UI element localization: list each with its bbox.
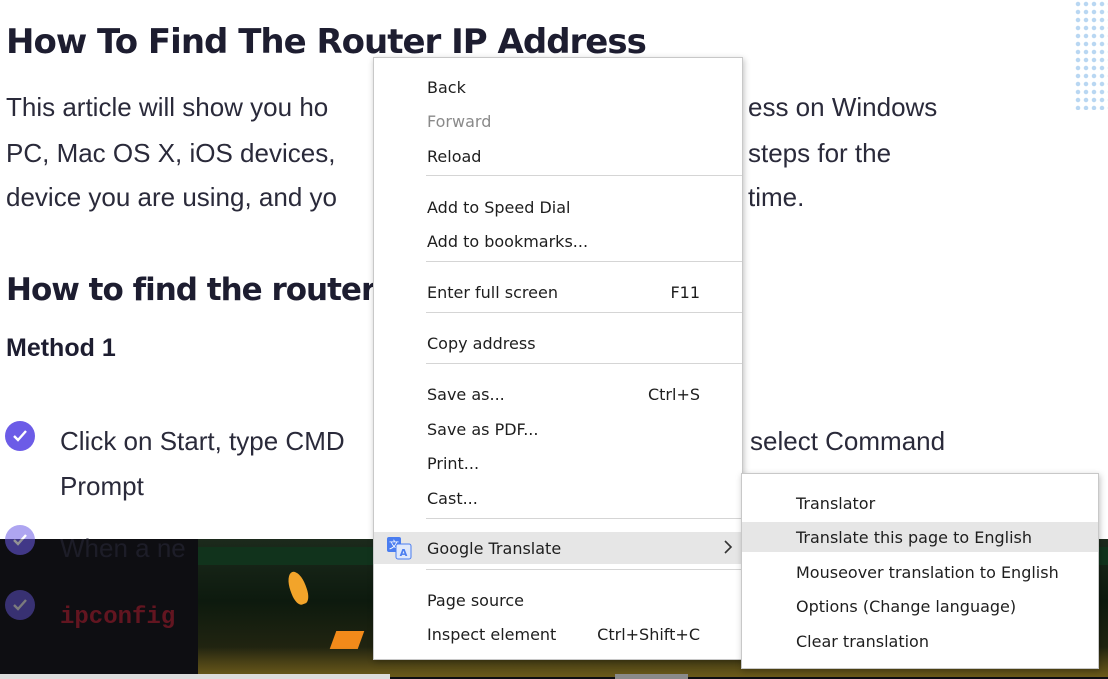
horizontal-scrollbar-thumb[interactable] bbox=[615, 674, 688, 679]
menu-item-label: Forward bbox=[427, 111, 492, 131]
intro-line-3-end: time. bbox=[748, 182, 805, 212]
menu-separator bbox=[426, 261, 742, 262]
menu-item-page-source[interactable]: Page source bbox=[374, 585, 742, 615]
menu-item-label: Save as PDF... bbox=[427, 419, 539, 439]
menu-separator bbox=[426, 569, 742, 570]
menu-item-add-bookmarks[interactable]: Add to bookmarks... bbox=[374, 226, 742, 256]
menu-item-label: Page source bbox=[427, 590, 524, 610]
context-menu: Back Forward Reload Add to Speed Dial Ad… bbox=[373, 57, 743, 660]
submenu-item-translator[interactable]: Translator bbox=[742, 488, 1098, 518]
menu-separator bbox=[426, 518, 742, 519]
menu-item-label: Reload bbox=[427, 146, 482, 166]
menu-item-google-translate[interactable]: 文 A Google Translate bbox=[374, 532, 742, 564]
step-1-text: Click on Start, type CMD bbox=[60, 426, 345, 456]
menu-item-shortcut: Ctrl+S bbox=[647, 384, 700, 404]
submenu-item-options[interactable]: Options (Change language) bbox=[742, 591, 1098, 621]
check-icon bbox=[5, 421, 35, 451]
horizontal-scrollbar-track[interactable] bbox=[0, 674, 390, 679]
menu-item-inspect-element[interactable]: Inspect element Ctrl+Shift+C bbox=[374, 619, 742, 649]
menu-item-label: Translator bbox=[796, 493, 876, 513]
step-1-text-cont: Prompt bbox=[60, 471, 144, 501]
menu-item-label: Mouseover translation to English bbox=[796, 562, 1059, 582]
chevron-right-icon bbox=[723, 539, 733, 554]
menu-item-label: Enter full screen bbox=[427, 282, 558, 302]
menu-separator bbox=[426, 175, 742, 176]
menu-item-label: Print... bbox=[427, 453, 480, 473]
google-translate-icon: 文 A bbox=[386, 536, 412, 560]
submenu-item-translate-page[interactable]: Translate this page to English bbox=[742, 522, 1098, 552]
intro-line-2-end: steps for the bbox=[748, 138, 892, 168]
menu-item-shortcut: Ctrl+Shift+C bbox=[597, 624, 700, 644]
menu-item-full-screen[interactable]: Enter full screen F11 bbox=[374, 277, 742, 307]
submenu-item-clear-translation[interactable]: Clear translation bbox=[742, 626, 1098, 656]
menu-item-save-as[interactable]: Save as... Ctrl+S bbox=[374, 379, 742, 409]
menu-item-label: Translate this page to English bbox=[796, 527, 1032, 547]
check-icon bbox=[5, 525, 35, 555]
article-title: How To Find The Router IP Address bbox=[6, 22, 647, 62]
menu-item-forward[interactable]: Forward bbox=[374, 106, 742, 136]
menu-item-back[interactable]: Back bbox=[374, 72, 742, 102]
check-icon bbox=[5, 590, 35, 620]
step-2-text: When a ne bbox=[60, 533, 186, 563]
intro-line-1-end: ess on Windows bbox=[748, 92, 938, 122]
menu-item-shortcut: F11 bbox=[670, 282, 700, 302]
menu-item-print[interactable]: Print... bbox=[374, 448, 742, 478]
menu-item-label: Save as... bbox=[427, 384, 505, 404]
submenu-item-mouseover-translation[interactable]: Mouseover translation to English bbox=[742, 557, 1098, 587]
step-1-text-end: select Command bbox=[750, 426, 946, 456]
translate-submenu: Translator Translate this page to Englis… bbox=[741, 473, 1099, 669]
menu-item-label: Add to bookmarks... bbox=[427, 231, 589, 251]
menu-item-reload[interactable]: Reload bbox=[374, 141, 742, 171]
menu-item-label: Back bbox=[427, 77, 466, 97]
menu-item-label: Google Translate bbox=[427, 538, 562, 558]
intro-line-2: PC, Mac OS X, iOS devices, bbox=[6, 138, 336, 168]
menu-item-copy-address[interactable]: Copy address bbox=[374, 328, 742, 358]
menu-item-label: Clear translation bbox=[796, 631, 929, 651]
decorative-dots bbox=[1074, 0, 1108, 110]
menu-item-add-speed-dial[interactable]: Add to Speed Dial bbox=[374, 192, 742, 222]
menu-item-save-as-pdf[interactable]: Save as PDF... bbox=[374, 414, 742, 444]
menu-separator bbox=[426, 363, 742, 364]
menu-item-label: Add to Speed Dial bbox=[427, 197, 571, 217]
menu-separator bbox=[426, 312, 742, 313]
svg-text:A: A bbox=[400, 548, 408, 559]
menu-item-label: Copy address bbox=[427, 333, 536, 353]
intro-line-1: This article will show you ho bbox=[6, 92, 329, 122]
step-3-code: ipconfig bbox=[60, 604, 176, 631]
menu-item-cast[interactable]: Cast... bbox=[374, 483, 742, 513]
menu-item-label: Options (Change language) bbox=[796, 596, 1017, 616]
menu-item-label: Cast... bbox=[427, 488, 478, 508]
flame-graphic bbox=[284, 569, 312, 607]
menu-item-label: Inspect element bbox=[427, 624, 557, 644]
section-heading: How to find the router IP bbox=[6, 272, 418, 308]
method-heading: Method 1 bbox=[6, 334, 116, 362]
intro-line-3: device you are using, and yo bbox=[6, 182, 337, 212]
